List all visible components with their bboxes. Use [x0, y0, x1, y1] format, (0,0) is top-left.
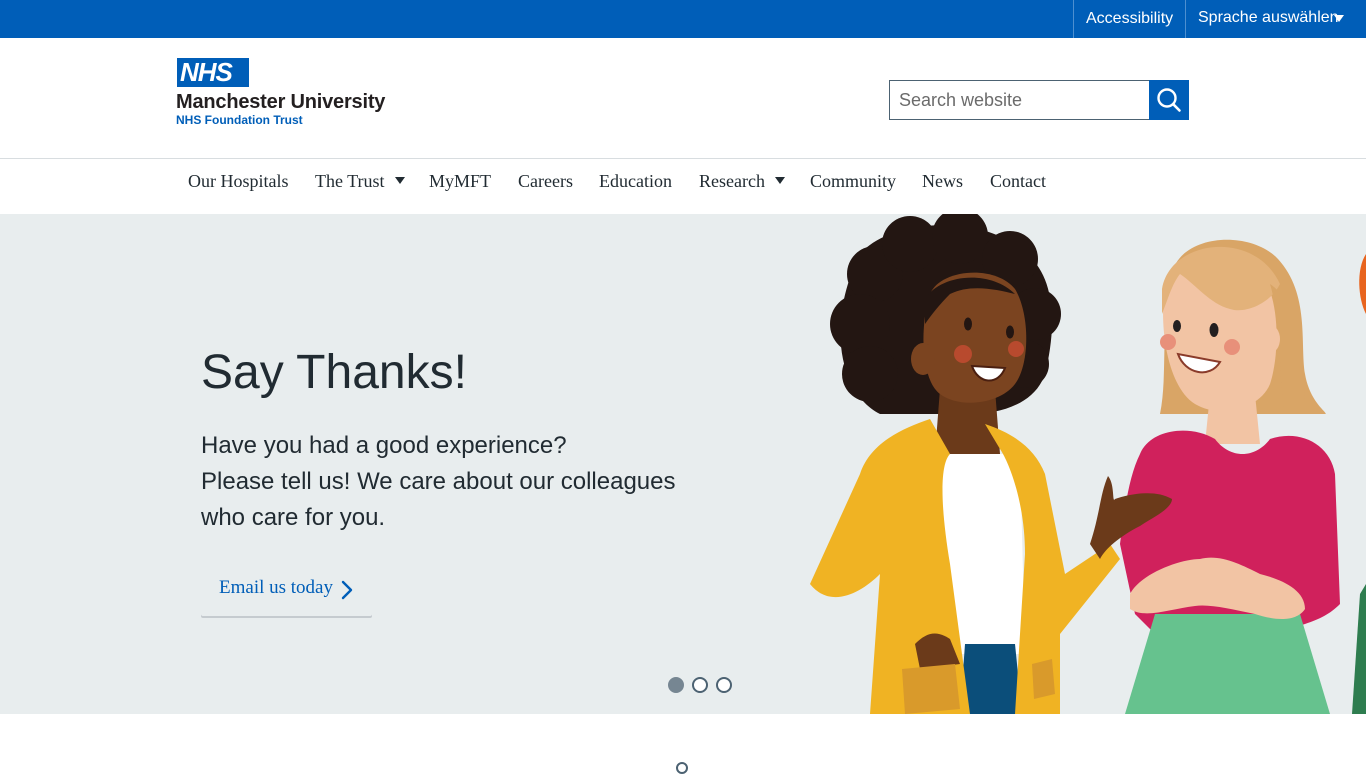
hero-body-line: who care for you. [201, 504, 386, 531]
carousel-dot-3[interactable] [716, 677, 732, 693]
carousel-pagination [668, 677, 738, 695]
nav-item-label: MyMFT [429, 171, 492, 191]
two-colleagues-illustration [810, 214, 1366, 714]
search-form [889, 80, 1189, 120]
nav-item-news[interactable]: News [922, 159, 963, 214]
search-icon [1157, 88, 1181, 112]
caret-down-icon [1334, 15, 1344, 22]
nav-item-label: The Trust [315, 171, 385, 191]
main-navigation: Our Hospitals The Trust MyMFT Careers Ed… [0, 159, 1366, 214]
organisation-name: Manchester University [176, 91, 386, 113]
trust-name: NHS Foundation Trust [176, 113, 303, 127]
hero-body: Have you had a good experience? Please t… [201, 428, 721, 536]
language-selector-label: Sprache auswählen [1198, 9, 1339, 26]
utility-bar: Accessibility Sprache auswählen [0, 0, 1366, 38]
nav-item-label: Research [699, 171, 765, 191]
nav-item-label: Community [810, 171, 897, 191]
hero-body-line: Have you had a good experience? [201, 432, 567, 459]
nav-item-label: Contact [990, 171, 1046, 191]
nav-item-the-trust[interactable]: The Trust [315, 159, 405, 214]
nhs-logo-text: NHS [180, 57, 233, 87]
partial-icon [676, 762, 688, 774]
hero-body-line: Please tell us! We care about our collea… [201, 468, 676, 495]
site-header: NHS Manchester University NHS Foundation… [0, 38, 1366, 159]
content-below-hero [0, 714, 1366, 774]
email-us-button[interactable]: Email us today [201, 564, 372, 616]
site-logo[interactable]: NHS Manchester University NHS Foundation… [176, 57, 406, 130]
carousel-dot-1[interactable] [668, 677, 684, 693]
nav-item-label: Careers [518, 171, 573, 191]
caret-down-icon [774, 177, 785, 184]
language-selector[interactable]: Sprache auswählen [1185, 0, 1366, 38]
nav-item-label: Education [599, 171, 672, 191]
nav-item-education[interactable]: Education [599, 159, 672, 214]
nav-item-research[interactable]: Research [699, 159, 785, 214]
nav-item-label: News [922, 171, 963, 191]
email-us-button-label: Email us today [219, 577, 333, 598]
nav-item-community[interactable]: Community [810, 159, 896, 214]
hero-carousel: Say Thanks! Have you had a good experien… [0, 214, 1366, 714]
nav-item-label: Our Hospitals [188, 171, 289, 191]
nav-item-our-hospitals[interactable]: Our Hospitals [188, 159, 289, 214]
nav-item-careers[interactable]: Careers [518, 159, 573, 214]
accessibility-link[interactable]: Accessibility [1073, 0, 1186, 38]
chevron-right-icon [341, 580, 353, 600]
search-button[interactable] [1149, 80, 1189, 120]
search-input[interactable] [889, 80, 1150, 120]
caret-down-icon [394, 177, 405, 184]
carousel-dot-2[interactable] [692, 677, 708, 693]
nhs-logo-box: NHS [177, 57, 249, 87]
nav-item-contact[interactable]: Contact [990, 159, 1046, 214]
hero-title: Say Thanks! [201, 346, 467, 399]
nav-item-mymft[interactable]: MyMFT [429, 159, 491, 214]
